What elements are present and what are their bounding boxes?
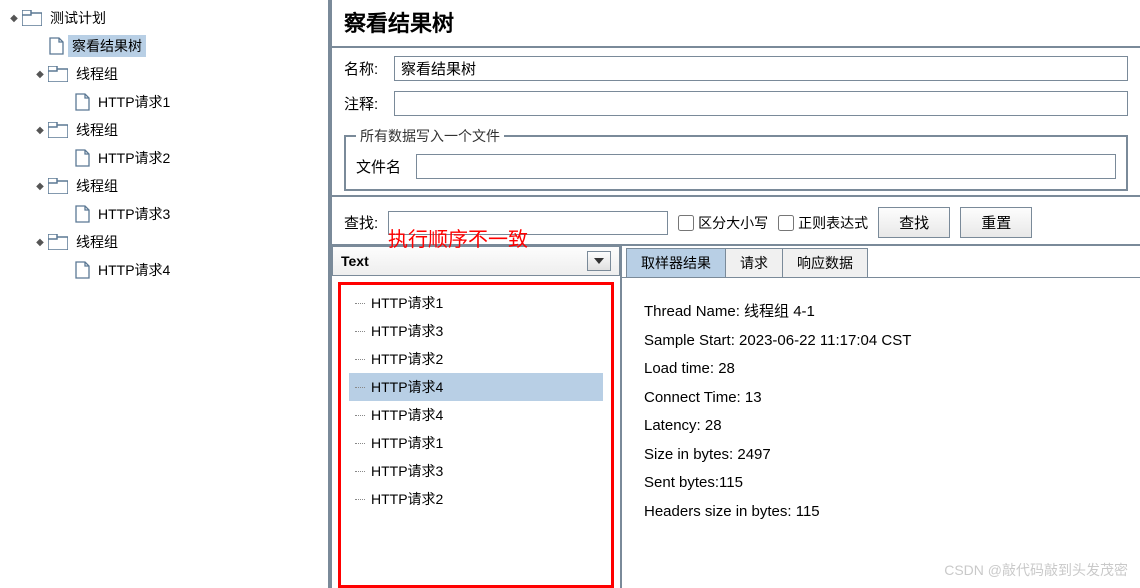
detail-line: Headers size in bytes: 115 xyxy=(644,498,1118,527)
case-checkbox-wrap[interactable]: 区分大小写 xyxy=(678,213,768,233)
tab-response[interactable]: 响应数据 xyxy=(782,248,868,277)
tree-leaf-label: HTTP请求3 xyxy=(94,203,174,225)
regex-checkbox-wrap[interactable]: 正则表达式 xyxy=(778,213,868,233)
tree-leaf-label: HTTP请求2 xyxy=(94,147,174,169)
name-input[interactable] xyxy=(394,56,1128,81)
tree-leaf-label: HTTP请求1 xyxy=(94,91,174,113)
tree-group[interactable]: ◆ 线程组 xyxy=(8,60,328,88)
tree-group-label: 线程组 xyxy=(72,63,122,85)
detail-line: Size in bytes: 2497 xyxy=(644,441,1118,470)
folder-icon xyxy=(22,10,42,26)
tree-leaf[interactable]: HTTP请求3 xyxy=(8,200,328,228)
file-legend: 所有数据写入一个文件 xyxy=(356,126,504,146)
tree-leaf[interactable]: HTTP请求1 xyxy=(8,88,328,116)
tree-group-label: 线程组 xyxy=(72,231,122,253)
detail-line: Sample Start: 2023-06-22 11:17:04 CST xyxy=(644,327,1118,356)
expand-icon[interactable]: ◆ xyxy=(8,12,20,24)
result-item[interactable]: HTTP请求1 xyxy=(349,429,603,457)
comment-input[interactable] xyxy=(394,91,1128,116)
tab-sampler[interactable]: 取样器结果 xyxy=(626,248,726,277)
result-item[interactable]: HTTP请求2 xyxy=(349,345,603,373)
expand-icon[interactable]: ◆ xyxy=(34,68,46,80)
tree-item-results[interactable]: 察看结果树 xyxy=(8,32,328,60)
tree-root-label: 测试计划 xyxy=(46,7,110,29)
detail-line: Sent bytes:115 xyxy=(644,469,1118,498)
file-icon xyxy=(74,93,90,111)
result-item[interactable]: HTTP请求3 xyxy=(349,457,603,485)
tree-group[interactable]: ◆ 线程组 xyxy=(8,116,328,144)
detail-line: Load time: 28 xyxy=(644,355,1118,384)
detail-line: Thread Name: 线程组 4-1 xyxy=(644,298,1118,327)
filename-input[interactable] xyxy=(416,154,1116,179)
search-label: 查找: xyxy=(344,212,378,233)
result-item[interactable]: HTTP请求1 xyxy=(349,289,603,317)
tree-leaf[interactable]: HTTP请求2 xyxy=(8,144,328,172)
result-item[interactable]: HTTP请求3 xyxy=(349,317,603,345)
page-title: 察看结果树 xyxy=(344,6,1128,38)
tree-group[interactable]: ◆ 线程组 xyxy=(8,228,328,256)
tree-group-label: 线程组 xyxy=(72,175,122,197)
file-icon xyxy=(74,149,90,167)
regex-checkbox[interactable] xyxy=(778,215,794,231)
annotation-text: 执行顺序不一致 xyxy=(388,223,528,252)
main-panel: 察看结果树 名称: 注释: 所有数据写入一个文件 文件名 查找: 区分大小写 正… xyxy=(330,0,1140,588)
result-item[interactable]: HTTP请求2 xyxy=(349,485,603,513)
reset-button[interactable]: 重置 xyxy=(960,207,1032,238)
tree-group-label: 线程组 xyxy=(72,119,122,141)
expand-icon[interactable]: ◆ xyxy=(34,236,46,248)
detail-line: Latency: 28 xyxy=(644,412,1118,441)
file-icon xyxy=(74,205,90,223)
tree-leaf[interactable]: HTTP请求4 xyxy=(8,256,328,284)
watermark: CSDN @敲代码敲到头发茂密 xyxy=(944,560,1128,580)
tree-leaf-label: HTTP请求4 xyxy=(94,259,174,281)
result-list: HTTP请求1 HTTP请求3 HTTP请求2 HTTP请求4 HTTP请求4 … xyxy=(338,282,614,588)
file-icon xyxy=(74,261,90,279)
tree-root[interactable]: ◆ 测试计划 xyxy=(8,4,328,32)
expand-icon[interactable]: ◆ xyxy=(34,124,46,136)
folder-icon xyxy=(48,234,68,250)
detail-line: Connect Time: 13 xyxy=(644,384,1118,413)
folder-icon xyxy=(48,66,68,82)
chevron-down-icon[interactable] xyxy=(587,251,611,271)
folder-icon xyxy=(48,178,68,194)
dropdown-label: Text xyxy=(341,253,369,269)
file-icon xyxy=(48,37,64,55)
name-label: 名称: xyxy=(344,58,394,79)
filename-label: 文件名 xyxy=(356,156,416,177)
folder-icon xyxy=(48,122,68,138)
case-label: 区分大小写 xyxy=(698,213,768,233)
expand-icon[interactable]: ◆ xyxy=(34,180,46,192)
comment-label: 注释: xyxy=(344,93,394,114)
tree-item-label: 察看结果树 xyxy=(68,35,146,57)
tab-request[interactable]: 请求 xyxy=(725,248,783,277)
result-item[interactable]: HTTP请求4 xyxy=(349,373,603,401)
case-checkbox[interactable] xyxy=(678,215,694,231)
tree-group[interactable]: ◆ 线程组 xyxy=(8,172,328,200)
find-button[interactable]: 查找 xyxy=(878,207,950,238)
detail-body: Thread Name: 线程组 4-1 Sample Start: 2023-… xyxy=(622,278,1140,546)
regex-label: 正则表达式 xyxy=(798,213,868,233)
tree-panel: ◆ 测试计划 察看结果树 ◆ 线程组 HTTP请求1 ◆ xyxy=(0,0,330,588)
result-item[interactable]: HTTP请求4 xyxy=(349,401,603,429)
